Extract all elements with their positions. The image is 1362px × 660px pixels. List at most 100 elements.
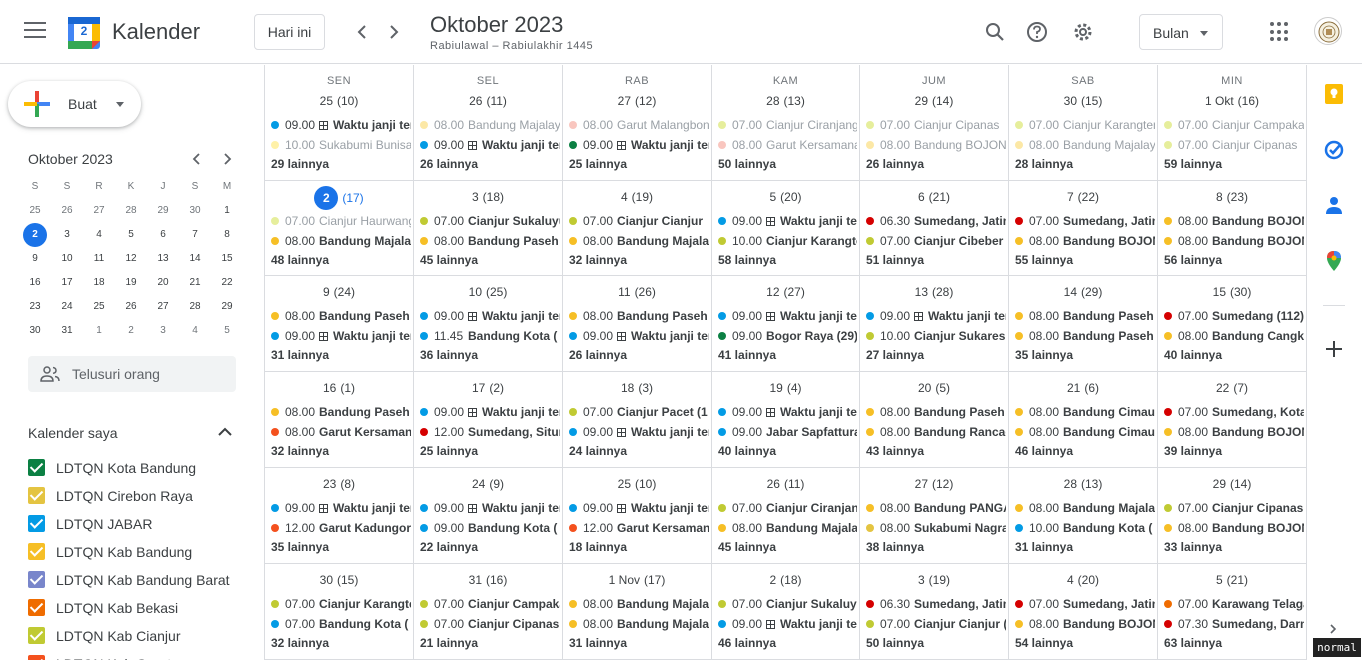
event-chip[interactable]: 07.00 Cianjur Cianjur <box>567 211 709 231</box>
event-chip[interactable]: 10.00Cianjur Sukaresmi <box>864 326 1006 346</box>
more-events-link[interactable]: 46 lainnya <box>1015 444 1073 458</box>
mini-day[interactable]: 1 <box>83 319 115 343</box>
calendar-checkbox[interactable] <box>28 599 45 616</box>
event-chip[interactable]: 08.00Bandung BOJONG <box>1013 231 1155 251</box>
day-number[interactable]: 19 (4) <box>712 381 859 395</box>
mini-day[interactable]: 22 <box>211 271 243 295</box>
calendar-list-item[interactable]: LDTQN Kab Bandung <box>28 537 258 565</box>
day-cell[interactable]: 22 (7) 07.00 Sumedang, Kota 08.00 Bandung BOJ… <box>1158 372 1307 468</box>
event-chip[interactable]: 09.00 Waktu janji temu <box>567 326 709 346</box>
day-number[interactable]: 2 (17) <box>265 186 413 210</box>
day-number[interactable]: 5 (21) <box>1158 573 1306 587</box>
event-chip[interactable]: 07.00 Bandung Kota ( <box>269 614 411 634</box>
mini-day[interactable]: 6 <box>147 223 179 247</box>
day-number[interactable]: 23 (8) <box>265 477 413 491</box>
more-events-link[interactable]: 31 lainnya <box>569 636 627 650</box>
event-chip[interactable]: 09.00 Waktu janji temu <box>567 135 709 155</box>
mini-day[interactable]: 13 <box>147 247 179 271</box>
day-cell[interactable]: 4(20)07.00Sumedang, Jatinangor08.00Bandu… <box>1009 564 1158 660</box>
event-chip[interactable]: 09.00 Waktu janji temu <box>418 135 560 155</box>
more-events-link[interactable]: 25 lainnya <box>420 444 478 458</box>
gear-icon[interactable] <box>1067 16 1099 48</box>
day-cell[interactable]: 24(9) 09.00 Waktu janji temu 09.00Bandung K… <box>414 468 563 564</box>
event-chip[interactable]: 10.00 Bandung Kota ( <box>1013 518 1155 538</box>
mini-day[interactable]: 30 <box>19 319 51 343</box>
day-number[interactable]: 15 (30) <box>1158 285 1306 299</box>
day-cell[interactable]: 23(8) 09.00 Waktu janji temu 12.00Garut Kad… <box>265 468 414 564</box>
event-chip[interactable]: 07.00 Cianjur Haurwangi <box>269 211 411 231</box>
day-number[interactable]: 4 (20) <box>1009 573 1157 587</box>
day-number[interactable]: 20 (5) <box>860 381 1008 395</box>
day-cell[interactable]: 25 (10) 09.00 Waktu janji temu 12.00Garut Ke… <box>563 468 712 564</box>
day-number[interactable]: 11 (26) <box>563 285 711 299</box>
today-button[interactable]: Hari ini <box>254 14 325 50</box>
day-cell[interactable]: 2 (17) 07.00 Cianjur Haurwangi 08.00 Bandung … <box>265 181 414 276</box>
event-chip[interactable]: 08.00 Bandung Paseh <box>269 306 411 326</box>
day-cell[interactable]: JUM 29 (14) 07.00 Cianjur Cipanas 08.00 Bandun… <box>860 65 1009 181</box>
mini-prev-month-icon[interactable] <box>187 149 207 169</box>
mini-day[interactable]: 11 <box>83 247 115 271</box>
day-number[interactable]: 8 (23) <box>1158 190 1306 204</box>
more-events-link[interactable]: 33 lainnya <box>1164 540 1222 554</box>
calendar-list-item[interactable]: LDTQN JABAR <box>28 509 258 537</box>
event-chip[interactable]: 09.00 Waktu janji temu <box>716 306 857 326</box>
mini-day[interactable]: 9 <box>19 247 51 271</box>
event-chip[interactable]: 07.00 Cianjur Cipanas <box>418 614 560 634</box>
day-number[interactable]: 24 (9) <box>414 477 562 491</box>
create-button[interactable]: Buat <box>8 81 141 127</box>
more-events-link[interactable]: 63 lainnya <box>1164 636 1222 650</box>
search-icon[interactable] <box>979 16 1011 48</box>
day-number[interactable]: 25 (10) <box>563 477 711 491</box>
day-number[interactable]: 18 (3) <box>563 381 711 395</box>
day-number[interactable]: 1 Nov (17) <box>563 573 711 587</box>
day-cell[interactable]: 9 (24) 08.00 Bandung Paseh 09.00 Waktu janji … <box>265 276 414 372</box>
day-cell[interactable]: KAM 28 (13) 07.00 Cianjur Ciranjang 08.00 Garu… <box>712 65 860 181</box>
mini-day[interactable]: 28 <box>115 199 147 223</box>
mini-day[interactable]: 31 <box>51 319 83 343</box>
day-cell[interactable]: 28(13)08.00Bandung Majalaya10.00Bandung … <box>1009 468 1158 564</box>
event-chip[interactable]: 09.00 Waktu janji temu <box>418 402 560 422</box>
more-events-link[interactable]: 39 lainnya <box>1164 444 1222 458</box>
event-chip[interactable]: 07.00 Cianjur Campaka <box>1162 115 1304 135</box>
day-cell[interactable]: 14 (29) 08.00 Bandung Paseh 08.00 Bandung Pas… <box>1009 276 1158 372</box>
more-events-link[interactable]: 22 lainnya <box>420 540 478 554</box>
mini-day[interactable]: 27 <box>83 199 115 223</box>
event-chip[interactable]: 07.00 Cianjur Sukaluyu <box>716 594 857 614</box>
mini-day[interactable]: 12 <box>115 247 147 271</box>
event-chip[interactable]: 08.00 Sukabumi Nagrak <box>864 518 1006 538</box>
event-chip[interactable]: 09.00 Waktu janji temu <box>716 211 857 231</box>
more-events-link[interactable]: 40 lainnya <box>1164 348 1222 362</box>
event-chip[interactable]: 09.00Jabar Sapfatturahman <box>716 422 857 442</box>
calendar-checkbox[interactable] <box>28 515 45 532</box>
event-chip[interactable]: 07.00 Cianjur Campaka <box>418 594 560 614</box>
more-events-link[interactable]: 56 lainnya <box>1164 253 1222 267</box>
keep-icon[interactable] <box>1323 83 1345 105</box>
day-number[interactable]: 29 (14) <box>1158 477 1306 491</box>
mini-day[interactable]: 14 <box>179 247 211 271</box>
more-events-link[interactable]: 40 lainnya <box>718 444 776 458</box>
event-chip[interactable]: 08.00Bandung Rancaekek <box>864 422 1006 442</box>
event-chip[interactable]: 08.00Garut Kersamanah <box>269 422 411 442</box>
event-chip[interactable]: 07.00 Cianjur Ciranjang <box>716 115 857 135</box>
event-chip[interactable]: 07.00 Cianjur Cianjur ( <box>864 614 1006 634</box>
event-chip[interactable]: 08.00 Garut Malangbong <box>567 115 709 135</box>
day-cell[interactable]: SEL 26 (11) 08.00 Bandung Majalaya 09.00 Waktu… <box>414 65 563 181</box>
mini-day[interactable]: 21 <box>179 271 211 295</box>
day-number[interactable]: 31 (16) <box>414 573 562 587</box>
mini-day[interactable]: 2 <box>19 223 51 247</box>
mini-day[interactable]: 10 <box>51 247 83 271</box>
more-events-link[interactable]: 58 lainnya <box>718 253 776 267</box>
day-number[interactable]: 30 (15) <box>1009 94 1157 108</box>
help-icon[interactable] <box>1021 16 1053 48</box>
mini-day[interactable]: 20 <box>147 271 179 295</box>
day-number[interactable]: 10 (25) <box>414 285 562 299</box>
more-events-link[interactable]: 36 lainnya <box>420 348 478 362</box>
calendar-checkbox[interactable] <box>28 627 45 644</box>
more-events-link[interactable]: 31 lainnya <box>271 348 329 362</box>
day-cell[interactable]: 18 (3) 07.00 Cianjur Pacet (1 09.00 Waktu jan… <box>563 372 712 468</box>
day-cell[interactable]: 17(2) 09.00 Waktu janji temu 12.00Sumedang,… <box>414 372 563 468</box>
avatar[interactable] <box>1314 17 1342 45</box>
day-cell[interactable]: 30(15)07.00Cianjur Karangtengah07.00Band… <box>265 564 414 660</box>
more-events-link[interactable]: 24 lainnya <box>569 444 627 458</box>
event-chip[interactable]: 06.30Sumedang, Jatinangor <box>864 594 1006 614</box>
